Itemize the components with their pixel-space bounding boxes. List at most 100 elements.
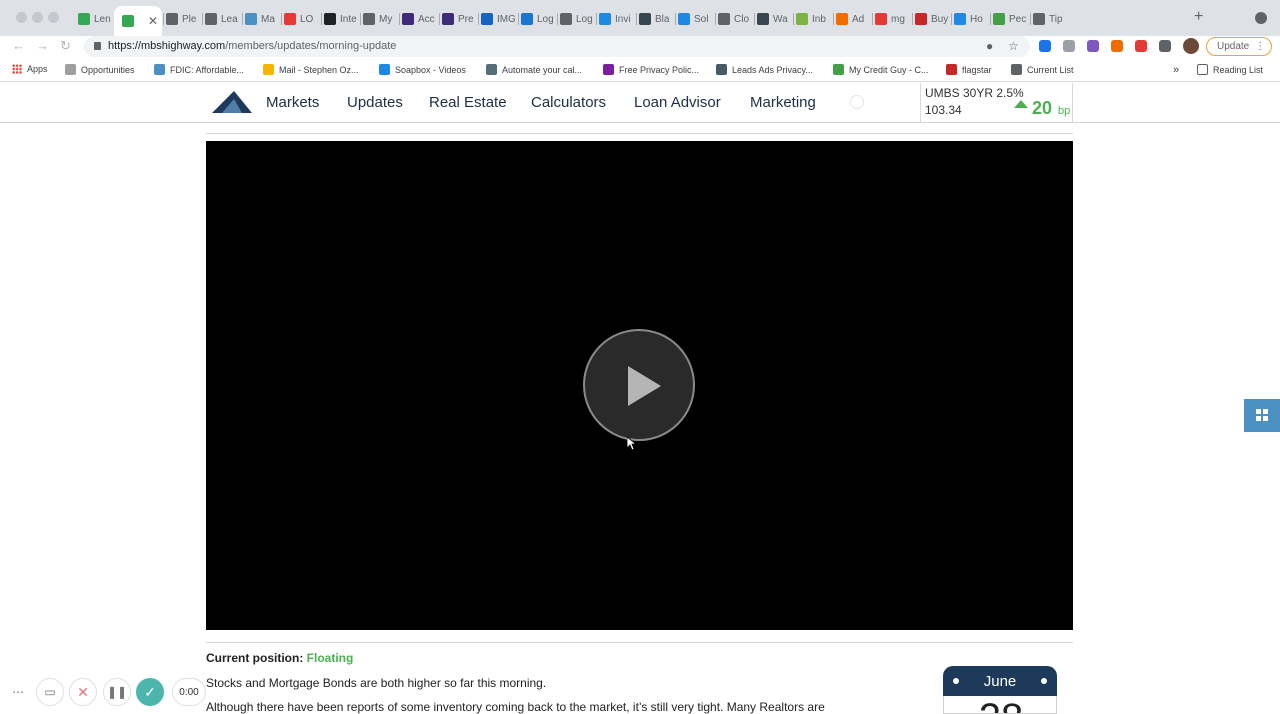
bookmark-item[interactable]: Soapbox - Videos — [379, 64, 466, 75]
browser-tab[interactable]: mg — [875, 9, 909, 29]
nav-calculators[interactable]: Calculators — [531, 94, 606, 111]
video-player[interactable] — [206, 141, 1073, 630]
browser-tab[interactable]: Ma — [245, 9, 279, 29]
bookmark-label: Leads Ads Privacy... — [732, 64, 813, 75]
pause-icon[interactable]: ❚❚ — [103, 678, 131, 706]
bookmark-favicon-icon — [65, 64, 76, 75]
site-header: Markets Updates Real Estate Calculators … — [0, 83, 1280, 123]
nav-real-estate[interactable]: Real Estate — [429, 94, 507, 111]
tab-separator — [596, 13, 597, 25]
mouse-cursor-icon — [627, 437, 637, 451]
tab-close-icon[interactable]: ✕ — [148, 14, 158, 28]
tab-separator — [715, 13, 716, 25]
tab-favicon-icon — [915, 13, 927, 25]
window-minimize-button[interactable] — [32, 12, 43, 23]
bookmark-label: Free Privacy Polic... — [619, 64, 700, 75]
camera-off-icon[interactable]: ▭ — [36, 678, 64, 706]
tab-favicon-icon — [442, 13, 454, 25]
more-bookmarks-icon[interactable]: » — [1173, 64, 1179, 76]
bookmark-item[interactable]: Automate your cal... — [486, 64, 582, 75]
extension-icon[interactable] — [1039, 40, 1051, 52]
nav-markets[interactable]: Markets — [266, 94, 319, 111]
browser-tab[interactable]: LO — [284, 9, 318, 29]
bookmark-item[interactable]: FDIC: Affordable... — [154, 64, 244, 75]
bookmark-item[interactable]: flagstar — [946, 64, 992, 75]
browser-tab[interactable]: IMG — [481, 9, 515, 29]
finish-recording-icon[interactable]: ✓ — [136, 678, 164, 706]
folder-icon — [1011, 64, 1022, 75]
bookmark-item[interactable]: Free Privacy Polic... — [603, 64, 699, 75]
bookmark-favicon-icon — [486, 64, 497, 75]
tab-separator — [557, 13, 558, 25]
bookmark-star-icon[interactable]: ☆ — [1008, 39, 1019, 53]
extension-icon[interactable] — [1111, 40, 1123, 52]
bookmark-item[interactable]: Mail - Stephen Oz... — [263, 64, 359, 75]
reload-icon[interactable]: ↻ — [60, 38, 71, 54]
browser-tab[interactable]: Log — [521, 9, 555, 29]
cancel-recording-icon[interactable]: ✕ — [69, 678, 97, 706]
tab-search-icon[interactable] — [1255, 12, 1267, 24]
browser-tab[interactable]: Ad — [836, 9, 870, 29]
bookmark-item[interactable]: Leads Ads Privacy... — [716, 64, 813, 75]
browser-tab[interactable]: Ho — [954, 9, 988, 29]
new-tab-button[interactable]: + — [1194, 8, 1203, 26]
browser-tab[interactable]: Invi — [599, 9, 633, 29]
back-arrow-icon[interactable]: ← — [12, 38, 25, 53]
url-text[interactable]: https://mbshighway.com/members/updates/m… — [108, 40, 396, 52]
recorder-more-icon[interactable]: ⋯ — [4, 678, 32, 706]
browser-tab[interactable]: Inb — [796, 9, 830, 29]
window-maximize-button[interactable] — [48, 12, 59, 23]
bookmark-label: Automate your cal... — [502, 64, 583, 75]
browser-tab[interactable]: Lea — [205, 9, 239, 29]
mbs-highway-logo[interactable] — [212, 91, 252, 113]
reading-list-button[interactable]: Reading List — [1197, 64, 1263, 75]
current-position: Current position: Floating — [206, 651, 353, 665]
play-button[interactable] — [583, 329, 695, 441]
nav-loan-advisor[interactable]: Loan Advisor — [634, 94, 721, 111]
nav-updates[interactable]: Updates — [347, 94, 403, 111]
browser-tab[interactable]: Acc — [402, 9, 436, 29]
browser-tab[interactable]: Log — [560, 9, 594, 29]
tab-favicon-icon — [481, 13, 493, 25]
puzzle-icon[interactable] — [1159, 40, 1171, 52]
browser-tab[interactable]: Tip — [1033, 9, 1067, 29]
window-close-button[interactable] — [16, 12, 27, 23]
browser-tab[interactable]: Buy — [915, 9, 949, 29]
tab-title: Len — [94, 13, 111, 25]
profile-avatar[interactable] — [1183, 38, 1199, 54]
browser-tab[interactable]: Pec — [993, 9, 1027, 29]
bookmark-item[interactable]: Current List — [1011, 64, 1074, 75]
browser-tab[interactable]: Inte — [324, 9, 358, 29]
extension-icon[interactable] — [1087, 40, 1099, 52]
browser-tab[interactable]: My — [363, 9, 397, 29]
bookmark-item[interactable]: My Credit Guy - C... — [833, 64, 929, 75]
browser-tab-active[interactable]: ✕ — [114, 6, 162, 36]
browser-tab[interactable]: Bla — [639, 9, 673, 29]
calendar-ring-icon — [1041, 678, 1047, 684]
bookmark-apps[interactable]: Apps — [12, 64, 48, 74]
bookmark-item[interactable]: Opportunities — [65, 64, 135, 75]
browser-tab[interactable]: Len — [78, 9, 112, 29]
mbs-ticker[interactable]: UMBS 30YR 2.5% 103.34 20 bp — [920, 83, 1073, 123]
browser-tab[interactable]: Clo — [718, 9, 752, 29]
address-bar[interactable]: https://mbshighway.com/members/updates/m… — [84, 36, 1030, 57]
bookmark-favicon-icon — [379, 64, 390, 75]
tab-separator — [675, 13, 676, 25]
bookmark-favicon-icon — [154, 64, 165, 75]
tab-separator — [833, 13, 834, 25]
browser-tab[interactable]: Pre — [442, 9, 476, 29]
side-widget-tab[interactable] — [1244, 399, 1280, 432]
extension-icon[interactable] — [1135, 40, 1147, 52]
forward-arrow-icon[interactable]: → — [36, 38, 49, 53]
browser-tab[interactable]: Sol — [678, 9, 712, 29]
tab-title: Ad — [852, 13, 865, 25]
tab-separator — [636, 13, 637, 25]
extension-icon[interactable] — [1063, 40, 1075, 52]
update-button[interactable]: Update ⋮ — [1206, 37, 1272, 56]
nav-marketing[interactable]: Marketing — [750, 94, 816, 111]
microphone-icon[interactable]: ● — [986, 39, 993, 53]
browser-tab[interactable]: Wa — [757, 9, 791, 29]
update-paragraph: Stocks and Mortgage Bonds are both highe… — [206, 676, 547, 690]
search-icon[interactable] — [850, 95, 864, 109]
browser-tab[interactable]: Ple — [166, 9, 200, 29]
